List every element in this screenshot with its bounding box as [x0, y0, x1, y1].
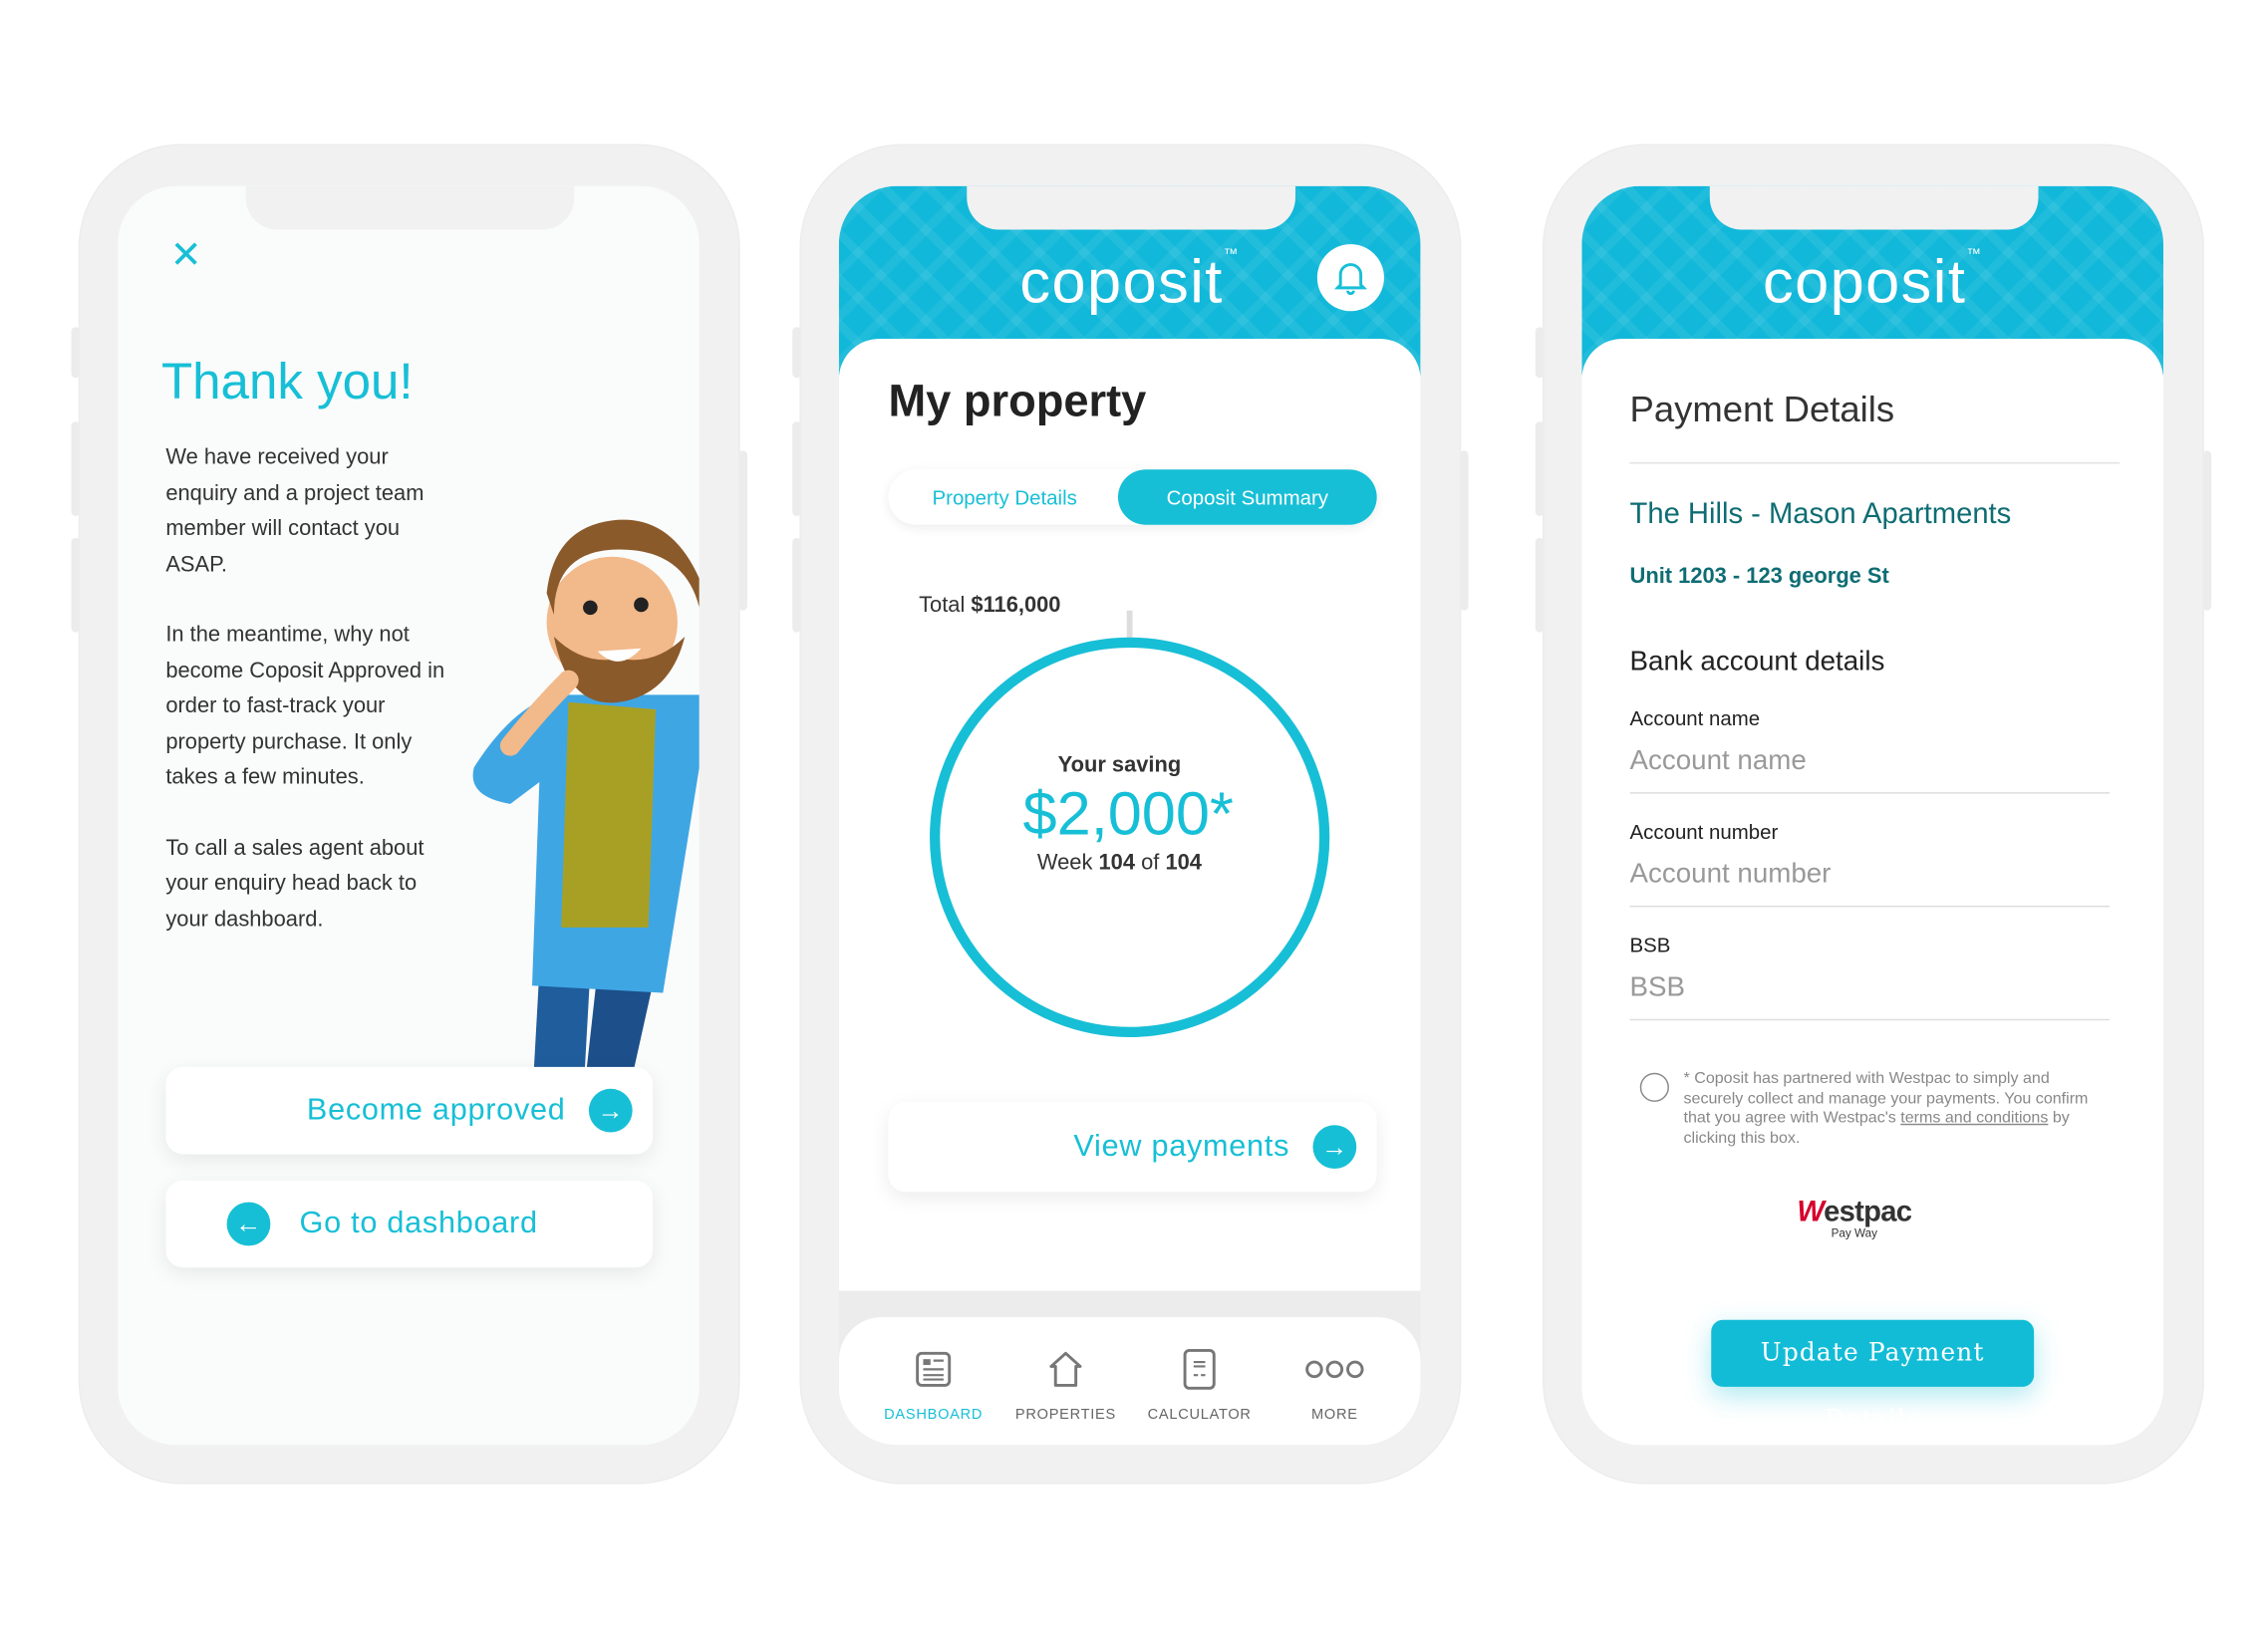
saving-label: Your saving [1057, 752, 1182, 778]
account-number-label: Account number [1629, 819, 1779, 844]
week-current: 104 [1098, 850, 1136, 876]
coposit-logo: coposit™ [1581, 247, 2163, 317]
nav-label: PROPERTIES [1014, 1407, 1116, 1424]
account-name-input[interactable] [1629, 739, 2111, 794]
arrow-right-icon: → [588, 1088, 633, 1133]
phone-side-button [2202, 450, 2212, 611]
character-illustration [472, 519, 700, 1102]
bsb-label: BSB [1629, 933, 1671, 957]
logo-tm: ™ [1966, 247, 1983, 264]
notch [245, 185, 575, 230]
phone-side-button [792, 537, 801, 633]
close-icon[interactable]: ✕ [170, 232, 202, 277]
payment-details-screen: coposit™ Payment Details The Hills - Mas… [1581, 185, 2163, 1446]
saving-value: $2,000* [1022, 779, 1234, 848]
consent-text: * Coposit has partnered with Westpac to … [1684, 1070, 2109, 1149]
bottom-nav: DASHBOARD PROPERTIES CALCULATOR MORE [838, 1316, 1421, 1446]
section-title: Bank account details [1629, 647, 1885, 678]
payment-card: Payment Details The Hills - Mason Apartm… [1581, 338, 2163, 1446]
my-property-screen: coposit™ My property Property Details Co… [838, 185, 1421, 1446]
divider [1629, 461, 2121, 464]
phone-thank-you: ✕ Thank you! We have received your enqui… [71, 144, 747, 1484]
notch [967, 185, 1295, 230]
unit-address: Unit 1203 - 123 george St [1629, 564, 1889, 589]
week-of: of [1141, 850, 1160, 876]
property-card: My property Property Details Coposit Sum… [838, 338, 1421, 1291]
account-number-input[interactable] [1629, 853, 2111, 908]
nav-dashboard[interactable]: DASHBOARD [868, 1346, 998, 1423]
nav-label: DASHBOARD [884, 1407, 984, 1424]
nav-label: CALCULATOR [1147, 1407, 1252, 1424]
message-para-3: To call a sales agent about your enquiry… [165, 835, 425, 932]
phone-side-button [1535, 421, 1545, 516]
notch [1709, 185, 2039, 230]
message: We have received your enquiry and a proj… [165, 440, 456, 938]
view-payments-button[interactable]: View payments → [888, 1101, 1377, 1193]
tab-property-details[interactable]: Property Details [888, 469, 1120, 524]
page-title: Payment Details [1629, 390, 1895, 430]
more-icon [1305, 1360, 1364, 1379]
property-name: The Hills - Mason Apartments [1629, 498, 2012, 531]
nav-properties[interactable]: PROPERTIES [1000, 1346, 1131, 1423]
update-payment-details-button[interactable]: Update Payment Details [1711, 1319, 2035, 1435]
home-icon [1049, 1351, 1082, 1387]
westpac-logo: Westpac Pay Way [1797, 1196, 1912, 1240]
page-title: My property [888, 375, 1147, 426]
phone-side-button [1535, 327, 1545, 379]
become-approved-label: Become approved [306, 1093, 566, 1127]
phone-side-button [1459, 450, 1469, 611]
go-to-dashboard-label: Go to dashboard [299, 1206, 538, 1240]
phone-side-button [71, 421, 81, 516]
phone-side-button [738, 450, 747, 611]
phone-side-button [71, 537, 81, 633]
phone-side-button [71, 327, 81, 379]
calculator-icon [1183, 1348, 1216, 1390]
phone-side-button [792, 327, 801, 379]
phone-side-button [792, 421, 801, 516]
page-title: Thank you! [160, 353, 414, 410]
saving-summary: Your saving $2,000* Week 104 of 104 [839, 753, 1421, 876]
nav-calculator[interactable]: CALCULATOR [1134, 1346, 1265, 1423]
phone-payment-details: coposit™ Payment Details The Hills - Mas… [1535, 144, 2212, 1484]
consent-checkbox[interactable] [1639, 1072, 1669, 1102]
westpac-logo-text: Westpac [1797, 1196, 1912, 1228]
account-name-label: Account name [1629, 706, 1761, 730]
thank-you-screen: ✕ Thank you! We have received your enqui… [118, 185, 700, 1446]
bell-icon [1334, 263, 1367, 296]
message-para-2: In the meantime, why not become Coposit … [165, 622, 445, 790]
arrow-left-icon: ← [226, 1202, 271, 1246]
week-total: 104 [1165, 850, 1202, 876]
logo-text: coposit [1762, 247, 1967, 316]
logo-text: coposit [1019, 247, 1224, 316]
logo-tm: ™ [1223, 247, 1240, 264]
nav-label: MORE [1311, 1407, 1358, 1424]
tab-bar: Property Details Coposit Summary [888, 469, 1377, 525]
become-approved-button[interactable]: Become approved → [165, 1066, 654, 1155]
notification-bell-button[interactable] [1316, 244, 1384, 312]
week-progress: Week 104 of 104 [839, 851, 1421, 876]
arrow-right-icon: → [1312, 1125, 1357, 1170]
bsb-input[interactable] [1629, 966, 2111, 1021]
go-to-dashboard-button[interactable]: ← Go to dashboard [165, 1180, 654, 1268]
phone-my-property: coposit™ My property Property Details Co… [792, 144, 1469, 1484]
week-prefix: Week [1036, 850, 1093, 876]
nav-more[interactable]: MORE [1270, 1346, 1400, 1423]
dashboard-icon [916, 1351, 952, 1387]
phone-side-button [1535, 537, 1545, 633]
terms-link[interactable]: terms and conditions [1900, 1109, 2048, 1127]
tab-coposit-summary[interactable]: Coposit Summary [1117, 469, 1377, 525]
view-payments-label: View payments [1073, 1129, 1290, 1164]
message-para-1: We have received your enquiry and a proj… [165, 444, 425, 577]
